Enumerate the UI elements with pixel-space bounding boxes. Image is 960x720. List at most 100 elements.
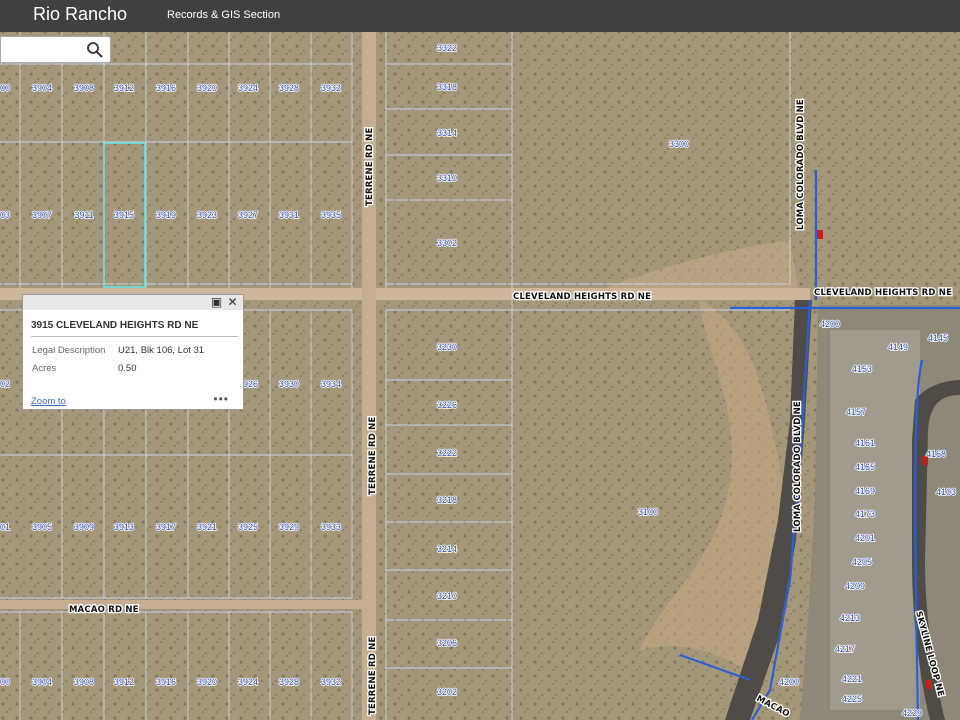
parcel-label: 3206 <box>437 638 457 648</box>
parcel-label: 4145 <box>928 333 948 343</box>
parcel-label: 3921 <box>197 522 217 532</box>
parcel-label: 3924 <box>238 83 258 93</box>
parcel-label: 3908 <box>74 83 94 93</box>
parcel-label: 3931 <box>279 210 299 220</box>
parcel-label: 3908 <box>74 677 94 687</box>
parcel-label: 4173 <box>855 509 875 519</box>
parcel-label: 3917 <box>156 522 176 532</box>
parcel-label: 3901 <box>0 522 10 532</box>
parcel-label: 4217 <box>835 644 855 654</box>
parcel-label: 3920 <box>197 83 217 93</box>
road-label-macao: MACAO RD NE <box>69 605 139 615</box>
parcel-label: 3218 <box>437 495 457 505</box>
parcel-label: 3927 <box>238 210 258 220</box>
parcel-label: 3928 <box>279 677 299 687</box>
parcel-label: 4200 <box>820 319 840 329</box>
parcel-label: 3912 <box>114 83 134 93</box>
road-label-loma-mid: LOMA COLORADO BLVD NE <box>793 401 803 532</box>
parcel-label: 3920 <box>197 677 217 687</box>
parcel-label: 3930 <box>279 379 299 389</box>
parcel-label: 4213 <box>840 613 860 623</box>
parcel-label: 3100 <box>638 507 658 517</box>
road-label-terrene-bottom: TERRENE RD NE <box>368 637 378 715</box>
parcel-label: 4200 <box>779 677 799 687</box>
parcel-label: 3932 <box>321 677 341 687</box>
road-label-cleveland-east: CLEVELAND HEIGHTS RD NE <box>814 288 952 298</box>
parcel-label: 3923 <box>197 210 217 220</box>
parcel-label: 4103 <box>936 487 956 497</box>
parcel-label: 3935 <box>321 210 341 220</box>
road-label-cleveland-west: CLEVELAND HEIGHTS RD NE <box>513 292 651 302</box>
road-macao <box>0 600 368 609</box>
parcel-label: 4205 <box>852 557 872 567</box>
parcel-label: 3318 <box>437 82 457 92</box>
parcel-label: 3932 <box>321 83 341 93</box>
parcel-label: 4169 <box>855 486 875 496</box>
parcel-label: 4165 <box>855 462 875 472</box>
parcel-label: 3916 <box>156 83 176 93</box>
parcel-label: 3214 <box>437 544 457 554</box>
road-label-terrene-mid: TERRENE RD NE <box>368 417 378 495</box>
parcel-label: 3222 <box>437 448 457 458</box>
parcel-label: 3905 <box>32 522 52 532</box>
parcel-label: 3900 <box>0 83 10 93</box>
search-input[interactable] <box>5 37 89 63</box>
app-header: Rio Rancho Records & GIS Section <box>0 0 960 32</box>
parcel-label: 3915 <box>114 210 134 220</box>
parcel-label: 3913 <box>114 522 134 532</box>
parcel-label: 3911 <box>74 210 93 220</box>
parcel-label: 4157 <box>846 407 866 417</box>
parcel-label: 3919 <box>156 210 176 220</box>
field-label: Legal Description <box>32 345 106 356</box>
parcel-label: 3907 <box>32 210 52 220</box>
parcel-label: 3310 <box>437 173 457 183</box>
road-label-terrene-top: TERRENE RD NE <box>365 128 375 206</box>
parcel-label: 3322 <box>437 43 457 53</box>
parcel-label: 4161 <box>855 438 875 448</box>
parcel-label: 3933 <box>321 522 341 532</box>
parcel-label: 4221 <box>842 674 862 684</box>
parcel-popup: ▣ ✕ 3915 CLEVELAND HEIGHTS RD NE Legal D… <box>22 294 244 410</box>
parcel-label: 3226 <box>437 400 457 410</box>
parcel-label: 3916 <box>156 677 176 687</box>
parcel-label: 3904 <box>32 677 52 687</box>
field-value: U21, Blk 106, Lot 31 <box>118 345 205 356</box>
parcel-label: 3900 <box>0 677 10 687</box>
parcel-label: 3300 <box>669 139 689 149</box>
field-value: 0.50 <box>118 363 137 374</box>
parcel-label: 3202 <box>437 687 457 697</box>
close-icon[interactable]: ✕ <box>226 296 239 309</box>
parcel-label: 3925 <box>238 522 258 532</box>
parcel-label: 4225 <box>842 694 862 704</box>
popup-title: 3915 CLEVELAND HEIGHTS RD NE <box>31 320 199 331</box>
parcel-label: 3924 <box>238 677 258 687</box>
parcel-label: 4209 <box>845 581 865 591</box>
search-icon[interactable] <box>86 41 104 59</box>
search-box[interactable] <box>0 36 111 63</box>
parcel-label: 3912 <box>114 677 134 687</box>
parcel-label: 3903 <box>0 210 10 220</box>
parcel-label: 4149 <box>888 342 908 352</box>
parcel-label: 3902 <box>0 379 10 389</box>
more-options-button[interactable]: ••• <box>213 392 229 406</box>
parcel-label: 3934 <box>321 379 341 389</box>
parcel-label: 3909 <box>74 522 94 532</box>
popup-divider <box>31 336 238 337</box>
dock-icon[interactable]: ▣ <box>210 296 223 309</box>
parcel-label: 3904 <box>32 83 52 93</box>
parcel-label: 3302 <box>437 238 457 248</box>
parcel-label: 3929 <box>279 522 299 532</box>
popup-header: ▣ ✕ <box>23 295 243 310</box>
parcel-label: 3928 <box>279 83 299 93</box>
parcel-label: 4201 <box>855 533 875 543</box>
section-title[interactable]: Records & GIS Section <box>167 9 280 21</box>
parcel-label: 4229 <box>902 708 922 718</box>
field-label: Acres <box>32 363 57 374</box>
parcel-label: 4168 <box>926 449 946 459</box>
app-title: Rio Rancho <box>33 4 128 24</box>
parcel-label: 3210 <box>437 591 457 601</box>
parcel-label: 3314 <box>437 128 457 138</box>
road-label-loma-top: LOMA COLORADO BLVD NE <box>796 99 806 230</box>
parcel-label: 4153 <box>852 364 872 374</box>
zoom-to-link[interactable]: Zoom to <box>31 396 66 407</box>
